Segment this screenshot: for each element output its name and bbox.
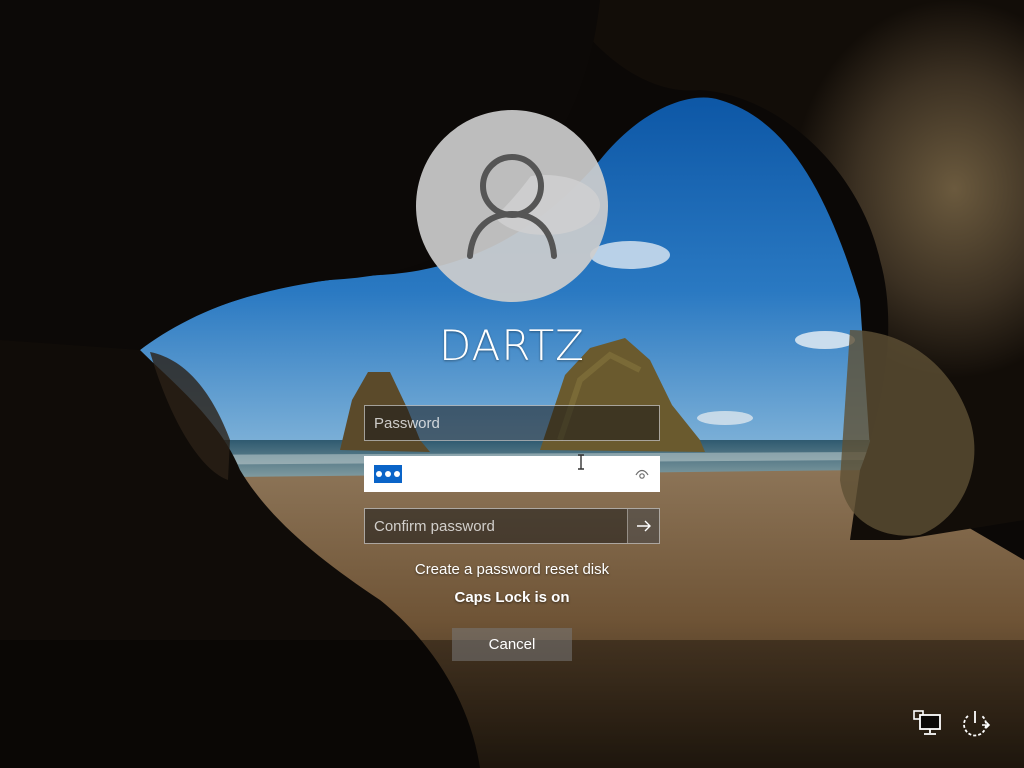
power-button[interactable] (958, 706, 992, 740)
cancel-button[interactable]: Cancel (452, 628, 572, 661)
password-dot (394, 471, 400, 477)
network-icon (913, 710, 941, 735)
reset-disk-link[interactable]: Create a password reset disk (312, 561, 712, 578)
caps-lock-warning: Caps Lock is on (454, 589, 570, 606)
eye-icon[interactable] (635, 469, 649, 481)
password-dot (385, 471, 391, 477)
text-cursor-icon (578, 454, 584, 470)
new-password-field[interactable] (364, 456, 660, 492)
network-button[interactable] (911, 706, 945, 740)
lock-screen: DARTZ Create a password reset disk Caps … (0, 0, 1024, 768)
user-avatar (416, 110, 608, 302)
password-dot (376, 471, 382, 477)
password-dots (374, 465, 402, 483)
password-input[interactable] (365, 406, 659, 440)
arrow-right-icon (636, 520, 651, 532)
password-field[interactable] (364, 405, 660, 441)
user-silhouette-icon (467, 154, 557, 259)
submit-button[interactable] (627, 509, 659, 543)
power-icon (963, 711, 991, 737)
confirm-password-field[interactable] (364, 508, 660, 544)
confirm-password-input[interactable] (365, 509, 627, 543)
username: DARTZ (439, 321, 585, 370)
